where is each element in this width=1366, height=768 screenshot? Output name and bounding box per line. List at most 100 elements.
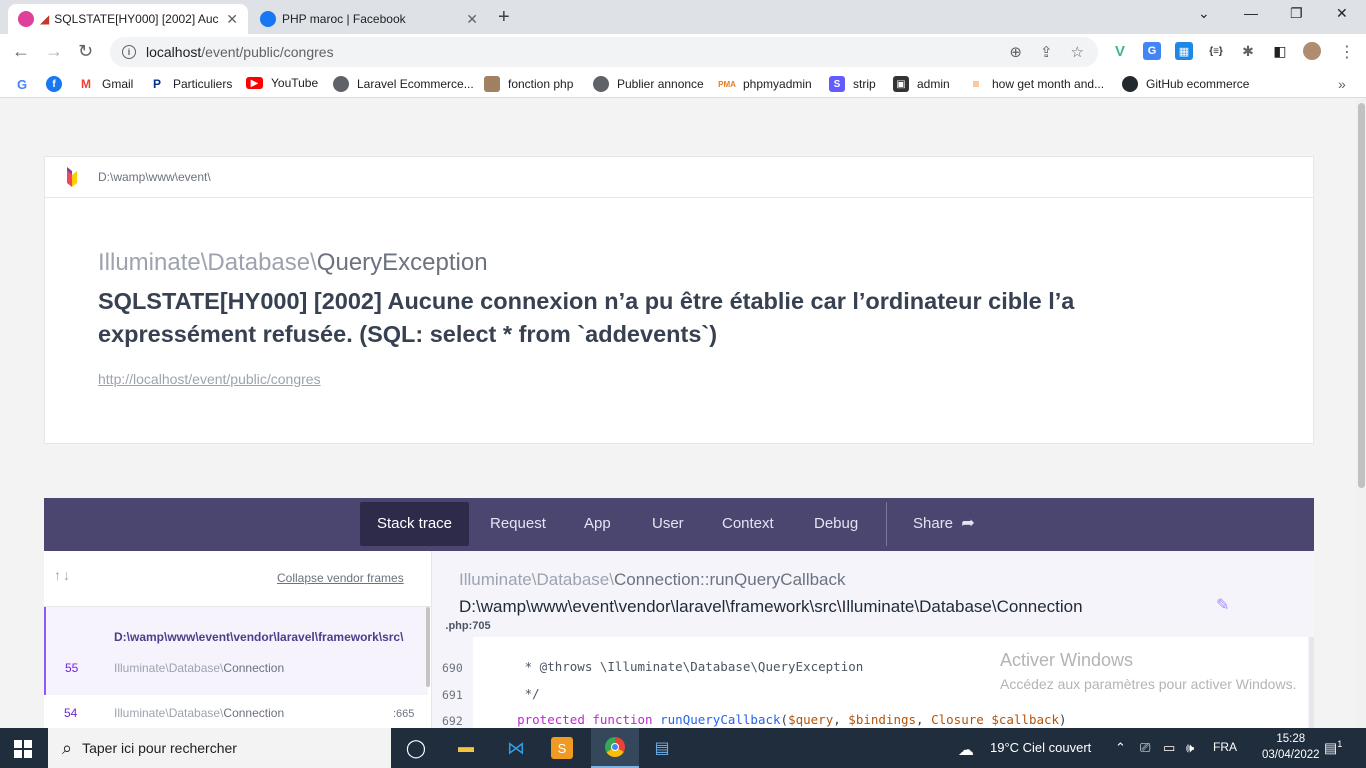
frame-item-active[interactable]: D:\wamp\www\event\vendor\laravel\framewo…	[44, 607, 428, 695]
tab-search-chevron-icon[interactable]: ⌄	[1198, 5, 1210, 22]
bookmark-strip[interactable]: Sstrip	[829, 76, 876, 92]
base-path: D:\wamp\www\event\	[98, 170, 211, 184]
ignition-nav: Stack trace Request App User Context Deb…	[44, 498, 1314, 551]
stackoverflow-icon: ≡	[968, 76, 984, 92]
close-tab-icon[interactable]: ✕	[226, 11, 238, 28]
weather-cloud-icon[interactable]: ☁	[958, 740, 974, 760]
clock-time: 15:28	[1276, 733, 1306, 745]
address-bar[interactable]: i localhost/event/public/congres ⊕ ⇪ ☆	[110, 37, 1098, 67]
bookmark-publier-annonce[interactable]: Publier annonce	[593, 76, 704, 92]
request-url-link[interactable]: http://localhost/event/public/congres	[98, 371, 321, 387]
nav-divider	[886, 502, 887, 546]
frame-class-ns: Illuminate\Database\	[114, 661, 224, 675]
tab-facebook[interactable]: PHP maroc | Facebook ✕	[250, 4, 488, 34]
more-bookmarks-icon[interactable]: »	[1338, 76, 1346, 92]
code-scrollbar[interactable]	[1309, 637, 1314, 728]
url-host: localhost	[146, 44, 202, 60]
frame-number: 54	[64, 706, 78, 720]
collapse-vendor-frames-link[interactable]: Collapse vendor frames	[277, 571, 404, 585]
json-viewer-icon[interactable]: {≡}	[1207, 42, 1225, 60]
tab-debug[interactable]: Debug	[797, 502, 875, 546]
back-button[interactable]: ←	[12, 41, 30, 62]
exception-class: Illuminate\Database\QueryException	[98, 249, 488, 277]
file-explorer-icon[interactable]: ▬	[453, 736, 479, 760]
close-tab-icon[interactable]: ✕	[466, 11, 478, 28]
bookmark-how-get-month[interactable]: ≡ how get month and...	[968, 76, 1104, 92]
side-panel-icon[interactable]: ◧	[1271, 42, 1289, 60]
sublime-text-icon[interactable]: S	[551, 737, 573, 759]
frame-class: Illuminate\Database\Connection	[114, 661, 284, 675]
tab-request[interactable]: Request	[473, 502, 563, 546]
site-info-icon[interactable]: i	[122, 45, 136, 59]
method-namespace: Illuminate\Database\	[459, 570, 614, 589]
menu-kebab-icon[interactable]: ⋮	[1339, 42, 1355, 62]
language-indicator[interactable]: FRA	[1213, 740, 1237, 754]
notifications-icon[interactable]: ▤1	[1324, 739, 1342, 757]
bookmark-label: Publier annonce	[617, 77, 704, 91]
volume-icon[interactable]: 🕪	[1186, 740, 1194, 756]
tab-user[interactable]: User	[635, 502, 701, 546]
task-view-icon[interactable]: ◯	[403, 736, 429, 760]
frame-file: D:\wamp\www\event\vendor\laravel\framewo…	[114, 630, 404, 644]
page-scrollbar-thumb[interactable]	[1358, 103, 1365, 488]
facebook-bookmark-icon[interactable]: f	[46, 76, 70, 92]
battery-icon[interactable]: ▭	[1163, 740, 1175, 756]
tab-strip: ◢ SQLSTATE[HY000] [2002] Auc ✕ PHP maroc…	[0, 0, 1366, 34]
method-name: ::runQueryCallback	[700, 570, 846, 589]
extensions-puzzle-icon[interactable]: ✱	[1239, 42, 1257, 60]
tab-active[interactable]: ◢ SQLSTATE[HY000] [2002] Auc ✕	[8, 4, 248, 34]
browser-toolbar: ← → ↻ i localhost/event/public/congres ⊕…	[0, 34, 1366, 70]
bookmark-label: strip	[853, 77, 876, 91]
translate-icon[interactable]: G	[1143, 42, 1161, 60]
bookmark-youtube[interactable]: ▶ YouTube	[246, 76, 318, 90]
line-number: 690	[442, 661, 463, 675]
reload-button[interactable]: ↻	[78, 41, 93, 62]
app-window-icon[interactable]: ▤	[649, 736, 675, 760]
profile-avatar[interactable]	[1303, 42, 1321, 60]
tab-stack-trace[interactable]: Stack trace	[360, 502, 470, 546]
network-icon[interactable]: ⎚	[1140, 740, 1150, 756]
share-page-icon[interactable]: ⇪	[1040, 43, 1053, 61]
youtube-icon: ▶	[246, 77, 263, 89]
frame-file-path: D:\wamp\www\event\vendor\laravel\framewo…	[445, 597, 1082, 635]
code-line-highlighted: protected function runQueryCallback($que…	[517, 712, 1067, 727]
bookmark-gmail[interactable]: M Gmail	[78, 76, 133, 92]
bookmark-star-icon[interactable]: ☆	[1071, 43, 1084, 61]
minimize-button[interactable]: —	[1244, 5, 1258, 21]
bookmark-admin[interactable]: ▣ admin	[893, 76, 950, 92]
edit-pencil-icon[interactable]: ✎	[1216, 595, 1229, 615]
bookmark-laravel[interactable]: Laravel Ecommerce...	[333, 76, 474, 92]
code-line: */	[487, 686, 540, 701]
new-tab-button[interactable]: +	[498, 6, 510, 29]
close-window-button[interactable]: ✕	[1336, 5, 1348, 22]
tab-context[interactable]: Context	[705, 502, 791, 546]
zoom-icon[interactable]: ⊕	[1009, 43, 1022, 61]
extension-window-icon[interactable]: ▦	[1175, 42, 1193, 60]
taskbar-clock[interactable]: 15:28 03/04/2022	[1262, 731, 1320, 763]
activate-windows-subtitle: Accédez aux paramètres pour activer Wind…	[1000, 676, 1297, 692]
bookmark-phpmyadmin[interactable]: PMA phpmyadmin	[718, 76, 812, 92]
bookmarks-bar: G f M Gmail P Particuliers ▶ YouTube Larave…	[0, 70, 1366, 98]
sort-arrows-icon[interactable]: ↑↓	[54, 567, 72, 583]
windows-start-icon[interactable]	[14, 740, 32, 758]
taskbar-search[interactable]: ⌕ Taper ici pour rechercher	[48, 728, 391, 768]
google-icon[interactable]: G	[14, 76, 38, 92]
bookmark-particuliers[interactable]: P Particuliers	[149, 76, 232, 92]
frames-scrollbar[interactable]	[426, 607, 430, 687]
line-number: 692	[442, 714, 463, 728]
tab-app[interactable]: App	[567, 502, 628, 546]
show-hidden-icons-chevron-icon[interactable]: ⌃	[1115, 740, 1126, 756]
globe-icon	[593, 76, 609, 92]
frame-item[interactable]: 54 Illuminate\Database\Connection :665	[44, 695, 428, 728]
share-button[interactable]: Share ➦	[896, 502, 992, 546]
bookmark-fonction-php[interactable]: fonction php	[484, 76, 573, 92]
weather-text[interactable]: 19°C Ciel couvert	[990, 740, 1091, 755]
vscode-icon[interactable]: ⋈	[503, 736, 529, 760]
notification-count: 1	[1337, 739, 1343, 749]
vue-devtools-icon[interactable]: V	[1111, 42, 1129, 60]
forward-button[interactable]: →	[45, 41, 63, 62]
restore-button[interactable]: ❐	[1290, 5, 1303, 22]
bookmark-label: admin	[917, 77, 950, 91]
bookmark-github[interactable]: GitHub ecommerce	[1122, 76, 1249, 92]
chrome-icon[interactable]	[591, 728, 639, 768]
